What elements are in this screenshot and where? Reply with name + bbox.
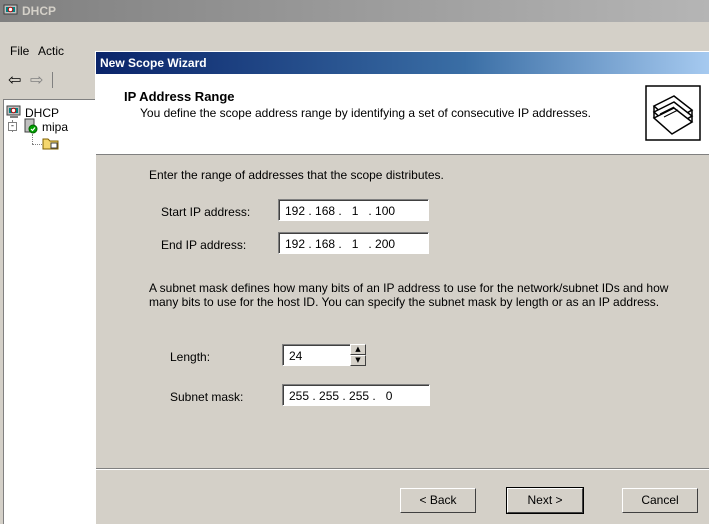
length-label: Length: [170, 350, 211, 364]
wizard-title: New Scope Wizard [100, 56, 207, 70]
menu-file[interactable]: File [10, 44, 29, 58]
menu-action[interactable]: Actic [38, 44, 64, 58]
tree-line [32, 144, 42, 145]
range-prompt: Enter the range of addresses that the sc… [149, 168, 444, 182]
wizard-folders-icon [644, 84, 702, 145]
wizard-header: IP Address Range You define the scope ad… [96, 74, 709, 155]
page-title: IP Address Range [124, 89, 235, 104]
page-subtitle: You define the scope address range by id… [140, 106, 591, 120]
spin-up-icon[interactable]: ▲ [350, 344, 366, 355]
start-ip-label: Start IP address: [161, 205, 251, 219]
collapse-toggle-icon[interactable]: - [8, 122, 17, 131]
server-icon [22, 118, 38, 137]
subnet-mask-description: A subnet mask defines how many bits of a… [149, 281, 669, 309]
button-separator [96, 468, 709, 470]
wizard-titlebar[interactable]: New Scope Wizard [96, 52, 709, 74]
tree-label-server: mipa [42, 120, 69, 134]
dhcp-window-titlebar[interactable]: DHCP [0, 0, 709, 22]
cancel-button[interactable]: Cancel [622, 488, 698, 513]
end-ip-input[interactable]: 192 . 168 . 1 . 200 [278, 232, 429, 254]
next-button[interactable]: Next > [506, 487, 584, 514]
toolbar-divider [52, 72, 53, 88]
dhcp-window-title: DHCP [22, 4, 57, 18]
folder-icon [42, 136, 60, 153]
end-ip-label: End IP address: [161, 238, 247, 252]
subnet-mask-input[interactable]: 255 . 255 . 255 . 0 [282, 384, 430, 406]
length-input[interactable]: 24 [282, 344, 352, 366]
spin-down-icon[interactable]: ▼ [350, 355, 366, 366]
tree-line [32, 134, 33, 144]
subnet-mask-label: Subnet mask: [170, 390, 244, 404]
back-button[interactable]: < Back [400, 488, 476, 513]
forward-arrow-icon[interactable]: ⇨ [30, 70, 43, 89]
back-arrow-icon[interactable]: ⇦ [8, 70, 21, 89]
length-spinner: ▲ ▼ [350, 344, 366, 366]
dhcp-app-icon [3, 3, 19, 22]
console-tree: DHCP - mipa [3, 99, 96, 524]
new-scope-wizard-dialog: New Scope Wizard IP Address Range You de… [95, 51, 709, 524]
start-ip-input[interactable]: 192 . 168 . 1 . 100 [278, 199, 429, 221]
